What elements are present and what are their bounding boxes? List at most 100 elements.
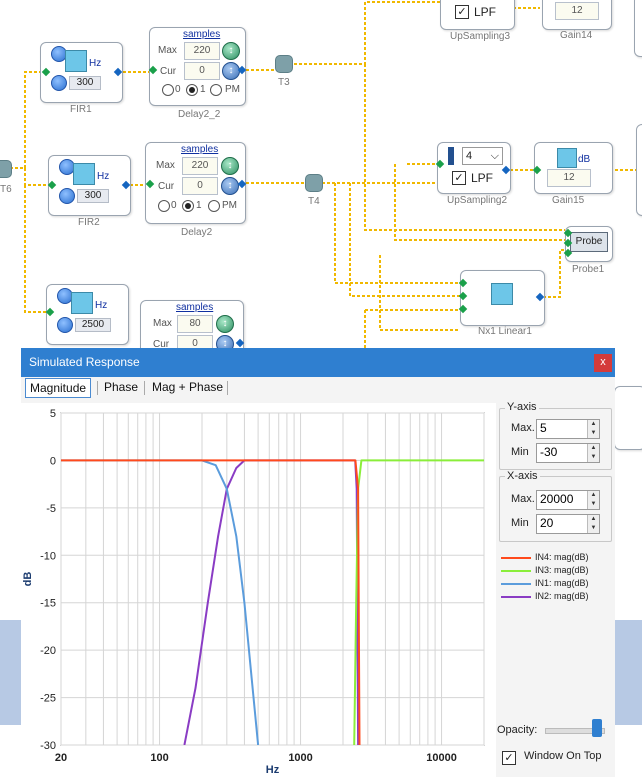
cur-label: Cur [158,181,175,192]
t3-label: T3 [278,77,290,88]
sync-icon[interactable]: ↕ [221,157,239,175]
samples-link[interactable]: samples [181,144,218,155]
max-field[interactable]: 220 [182,157,218,175]
fir3-block[interactable]: Hz 2500 [46,284,129,345]
t3-node[interactable] [275,55,293,73]
nx1-linear1-block[interactable] [460,270,545,326]
simulated-response-window[interactable]: Simulated Response x Magnitude Phase Mag… [21,348,615,777]
offscreen-block-2[interactable] [636,124,642,216]
y-max-spinbox[interactable]: ▲▼ [536,419,600,439]
fir2-label: FIR2 [78,217,100,228]
fir3-value[interactable]: 2500 [75,318,111,332]
upsampling2-block[interactable]: 4 ⌵ ✓ LPF [437,142,511,194]
close-button[interactable]: x [594,354,612,372]
tab-mag-phase[interactable]: Mag + Phase [148,378,227,396]
tab-magnitude[interactable]: Magnitude [25,378,92,398]
y-min-spinbox[interactable]: ▲▼ [536,443,600,463]
y-min-spin-buttons[interactable]: ▲ ▼ [587,444,599,462]
fir2-unit: Hz [97,171,110,182]
legend-swatch [501,583,531,585]
gain14-value[interactable]: 12 [555,2,599,20]
t6-node[interactable] [0,160,12,178]
x-max-label: Max. [511,493,535,505]
samples-link[interactable]: samples [183,29,220,40]
upsampling2-label: UpSampling2 [447,195,508,206]
sync-icon[interactable]: ↕ [222,42,240,60]
y-max-label: Max. [511,422,535,434]
x-max-input[interactable] [538,492,590,506]
swap-icon[interactable] [57,317,73,333]
arrow-up-icon [448,147,454,165]
lpf-checkbox[interactable]: ✓ [455,5,469,19]
radio-pm[interactable] [210,84,222,96]
x-min-spinbox[interactable]: ▲▼ [536,514,600,534]
x-max-spin-buttons[interactable]: ▲ ▼ [587,491,599,509]
x-max-spinbox[interactable]: ▲▼ [536,490,600,510]
samples-link[interactable]: samples [176,302,213,313]
probe-button[interactable]: Probe [570,232,608,252]
swap-icon[interactable] [51,75,67,91]
y-axis-title: Y-axis [505,401,539,413]
radio-1[interactable] [186,84,198,96]
y-max-spin-buttons[interactable]: ▲ ▼ [587,420,599,438]
spin-down-icon[interactable]: ▼ [588,453,599,462]
radio-0[interactable] [162,84,174,96]
fir1-block[interactable]: Hz 300 [40,42,123,103]
x-min-spin-buttons[interactable]: ▲ ▼ [587,515,599,533]
opacity-slider-thumb[interactable] [592,719,602,737]
cur-field[interactable]: 0 [182,177,218,195]
y-min-input[interactable] [538,445,590,459]
fir2-block[interactable]: Hz 300 [48,155,131,216]
offscreen-block-3[interactable] [614,386,642,450]
plot-area[interactable]: 5 0 -5 -10 -15 -20 -25 -30 20 100 1000 10000 Hz dB [21,403,496,777]
fir1-unit: Hz [89,58,102,69]
delay2-block[interactable]: samples Max 220 ↕ Cur 0 ↕ 0 1 PM [145,142,246,224]
sync-icon[interactable]: ↕ [216,315,234,333]
window-on-top-checkbox[interactable]: ✓ [502,751,516,765]
lpf-label: LPF [474,5,497,19]
t4-node[interactable] [305,174,323,192]
tab-phase[interactable]: Phase [100,378,142,396]
tab-separator [227,381,228,395]
spin-down-icon[interactable]: ▼ [588,500,599,509]
gain15-block[interactable]: dB 12 [534,142,613,194]
fir2-value[interactable]: 300 [77,189,109,203]
probe1-block[interactable]: Probe [565,226,613,262]
spin-up-icon[interactable]: ▲ [588,515,599,524]
y-min-label: Min [511,446,529,458]
x-min-input[interactable] [538,516,590,530]
legend-swatch [501,570,531,572]
legend-entry: IN2: mag(dB) [535,591,589,601]
highpass-filter-icon [71,292,93,314]
spin-up-icon[interactable]: ▲ [588,420,599,429]
tab-separator [97,381,98,395]
radio-0[interactable] [158,200,170,212]
offscreen-block-1[interactable] [634,0,642,57]
upsampling3-block[interactable]: ✓ LPF [440,0,515,30]
y-tick-label: -20 [40,645,56,657]
swap-icon[interactable] [59,188,75,204]
gain-icon [557,148,577,168]
spin-down-icon[interactable]: ▼ [588,429,599,438]
spin-up-icon[interactable]: ▲ [588,444,599,453]
spin-down-icon[interactable]: ▼ [588,524,599,533]
fir1-value[interactable]: 300 [69,76,101,90]
adjust-icon[interactable]: ↕ [221,177,239,195]
radio-pm[interactable] [208,200,220,212]
spin-up-icon[interactable]: ▲ [588,491,599,500]
max-field[interactable]: 220 [184,42,220,60]
legend-swatch [501,596,531,598]
adjust-icon[interactable]: ↕ [222,62,240,80]
chevron-down-icon: ⌵ [490,150,499,162]
gain15-value[interactable]: 12 [547,169,591,187]
lpf-checkbox[interactable]: ✓ [452,171,466,185]
probe1-label: Probe1 [572,264,605,275]
gain14-block[interactable]: 12 [542,0,612,30]
cur-field[interactable]: 0 [184,62,220,80]
radio-1[interactable] [182,200,194,212]
max-field[interactable]: 80 [177,315,213,333]
delay2-2-block[interactable]: samples Max 220 ↕ Cur 0 ↕ 0 1 PM [149,27,246,106]
window-titlebar[interactable]: Simulated Response x [21,348,615,377]
factor-select[interactable]: 4 ⌵ [462,147,503,165]
y-max-input[interactable] [538,421,590,435]
